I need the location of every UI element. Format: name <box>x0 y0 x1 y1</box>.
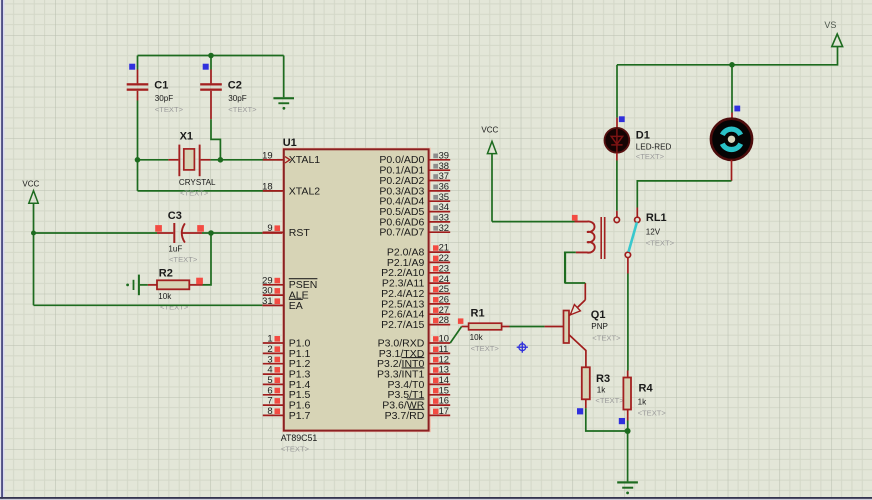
svg-text:15: 15 <box>439 384 449 395</box>
svg-text:<TEXT>: <TEXT> <box>638 408 667 417</box>
svg-text:VCC: VCC <box>22 179 39 188</box>
svg-text:C3: C3 <box>168 210 182 222</box>
svg-text:14: 14 <box>439 374 449 385</box>
svg-text:33: 33 <box>439 212 449 223</box>
svg-text:D1: D1 <box>636 129 650 141</box>
svg-text:12: 12 <box>439 353 449 364</box>
svg-text:34: 34 <box>439 201 449 212</box>
svg-text:6: 6 <box>267 384 272 395</box>
svg-text:C1: C1 <box>154 79 168 91</box>
svg-text:12V: 12V <box>646 228 661 237</box>
svg-text:16: 16 <box>439 395 449 406</box>
svg-text:R2: R2 <box>159 267 173 279</box>
svg-text:4: 4 <box>267 364 272 375</box>
svg-text:8: 8 <box>267 405 272 416</box>
svg-text:19: 19 <box>262 149 272 160</box>
svg-text:<TEXT>: <TEXT> <box>592 334 621 343</box>
svg-text:<TEXT>: <TEXT> <box>595 396 624 405</box>
svg-text:36: 36 <box>439 180 449 191</box>
svg-text:39: 39 <box>439 149 449 160</box>
svg-text:PNP: PNP <box>591 322 608 331</box>
svg-text:P3.7/RD: P3.7/RD <box>385 410 425 422</box>
svg-text:Q1: Q1 <box>591 309 606 321</box>
svg-text:1k: 1k <box>597 386 607 395</box>
svg-text:U1: U1 <box>283 137 297 149</box>
svg-text:P1.7: P1.7 <box>289 410 311 422</box>
svg-text:P0.7/AD7: P0.7/AD7 <box>379 227 424 239</box>
svg-text:<TEXT>: <TEXT> <box>160 303 189 312</box>
svg-text:38: 38 <box>439 160 449 171</box>
svg-text:XTAL1: XTAL1 <box>289 154 320 166</box>
svg-text:24: 24 <box>439 273 449 284</box>
svg-text:25: 25 <box>439 283 449 294</box>
svg-text:21: 21 <box>439 242 449 253</box>
svg-text:28: 28 <box>439 314 449 325</box>
svg-text:37: 37 <box>439 170 449 181</box>
svg-text:P2.7/A15: P2.7/A15 <box>381 319 424 331</box>
svg-text:AT89C51: AT89C51 <box>281 433 318 443</box>
svg-text:<TEXT>: <TEXT> <box>169 255 198 264</box>
svg-text:<TEXT>: <TEXT> <box>180 188 209 197</box>
svg-text:11: 11 <box>439 343 449 354</box>
svg-text:<TEXT>: <TEXT> <box>228 105 257 114</box>
svg-text:10k: 10k <box>158 292 172 301</box>
svg-text:17: 17 <box>439 405 449 416</box>
svg-text:31: 31 <box>262 295 272 306</box>
svg-text:<TEXT>: <TEXT> <box>646 238 675 247</box>
svg-text:<TEXT>: <TEXT> <box>471 344 500 353</box>
svg-text:18: 18 <box>262 181 272 192</box>
svg-text:13: 13 <box>439 364 449 375</box>
svg-text:27: 27 <box>439 304 449 315</box>
svg-text:VCC: VCC <box>481 126 498 135</box>
svg-text:3: 3 <box>267 353 272 364</box>
svg-text:30pF: 30pF <box>228 94 247 103</box>
svg-text:1uF: 1uF <box>168 244 182 253</box>
svg-text:9: 9 <box>267 222 272 233</box>
svg-text:23: 23 <box>439 262 449 273</box>
svg-text:EA: EA <box>289 300 303 312</box>
svg-text:XTAL2: XTAL2 <box>289 185 320 197</box>
svg-text:22: 22 <box>439 252 449 263</box>
svg-text:R3: R3 <box>596 373 610 385</box>
svg-text:10k: 10k <box>470 333 484 342</box>
svg-text:2: 2 <box>267 343 272 354</box>
svg-text:1: 1 <box>267 333 272 344</box>
svg-text:35: 35 <box>439 191 449 202</box>
svg-text:X1: X1 <box>180 131 193 143</box>
svg-text:RST: RST <box>289 227 311 239</box>
svg-text:10: 10 <box>439 333 449 344</box>
svg-text:<TEXT>: <TEXT> <box>636 152 665 161</box>
svg-text:1k: 1k <box>638 397 648 406</box>
svg-text:7: 7 <box>267 395 272 406</box>
svg-text:30pF: 30pF <box>155 94 174 103</box>
svg-text:32: 32 <box>439 222 449 233</box>
svg-text:CRYSTAL: CRYSTAL <box>179 178 216 187</box>
svg-text:R1: R1 <box>471 307 485 319</box>
svg-text:C2: C2 <box>228 79 242 91</box>
svg-text:<TEXT>: <TEXT> <box>155 105 184 114</box>
svg-text:<TEXT>: <TEXT> <box>281 445 310 454</box>
svg-text:26: 26 <box>439 293 449 304</box>
svg-text:R4: R4 <box>639 383 654 395</box>
svg-text:5: 5 <box>267 374 272 385</box>
svg-text:RL1: RL1 <box>646 212 667 224</box>
svg-text:LED-RED: LED-RED <box>636 142 672 151</box>
svg-text:VS: VS <box>824 20 836 30</box>
